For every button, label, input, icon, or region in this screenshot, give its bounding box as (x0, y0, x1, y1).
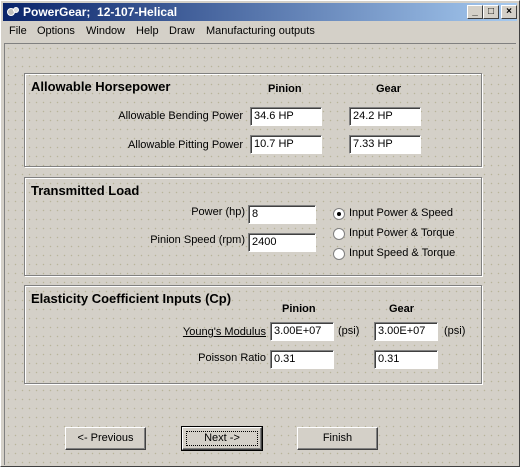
radio-input-power-speed[interactable] (333, 208, 345, 220)
gear-bending-power-field[interactable]: 24.2 HP (349, 107, 421, 126)
poisson-ratio-label: Poisson Ratio (198, 352, 266, 364)
column-header-pinion: Pinion (268, 83, 302, 95)
transmitted-load-group: Transmitted Load Power (hp) 8 Pinion Spe… (24, 177, 482, 276)
finish-button[interactable]: Finish (297, 427, 378, 450)
group-title: Allowable Horsepower (31, 79, 171, 94)
title-bar: PowerGear; 12-107-Helical _ □ × (3, 3, 517, 21)
pinion-youngs-modulus-input[interactable]: 3.00E+07 (270, 322, 334, 341)
form-area: Allowable Horsepower Pinion Gear Allowab… (4, 43, 516, 465)
next-button-label: Next -> (204, 432, 240, 444)
menu-bar: File Options Window Help Draw Manufactur… (3, 22, 517, 41)
menu-draw[interactable]: Draw (169, 25, 195, 37)
allowable-horsepower-group: Allowable Horsepower Pinion Gear Allowab… (24, 73, 482, 167)
menu-manufacturing-outputs[interactable]: Manufacturing outputs (206, 25, 315, 37)
close-button[interactable]: × (501, 5, 517, 19)
previous-button[interactable]: <- Previous (65, 427, 146, 450)
pinion-bending-power-field[interactable]: 34.6 HP (250, 107, 322, 126)
group-title: Elasticity Coefficient Inputs (Cp) (31, 291, 232, 306)
finish-button-label: Finish (322, 432, 353, 444)
gear-youngs-modulus-input[interactable]: 3.00E+07 (374, 322, 438, 341)
pinion-speed-input[interactable]: 2400 (248, 233, 316, 252)
menu-file[interactable]: File (9, 25, 27, 37)
option-speed-torque-label[interactable]: Input Speed & Torque (349, 247, 455, 259)
pinion-psi-unit: (psi) (338, 325, 360, 337)
radio-input-power-torque[interactable] (333, 228, 345, 240)
radio-input-speed-torque[interactable] (333, 248, 345, 260)
elasticity-coefficient-group: Elasticity Coefficient Inputs (Cp) Pinio… (24, 285, 482, 384)
menu-options[interactable]: Options (37, 25, 75, 37)
close-icon: × (506, 6, 512, 17)
maximize-icon: □ (487, 6, 495, 17)
gear-poisson-ratio-input[interactable]: 0.31 (374, 350, 438, 369)
pinion-poisson-ratio-input[interactable]: 0.31 (270, 350, 334, 369)
option-power-torque-label[interactable]: Input Power & Torque (349, 227, 455, 239)
pinion-pitting-power-field[interactable]: 10.7 HP (250, 135, 322, 154)
window-title: PowerGear; 12-107-Helical (23, 5, 178, 19)
power-input[interactable]: 8 (248, 205, 316, 224)
gear-pitting-power-field[interactable]: 7.33 HP (349, 135, 421, 154)
minimize-icon: _ (472, 6, 478, 17)
radio-selected-dot (337, 212, 341, 216)
maximize-button[interactable]: □ (483, 5, 499, 19)
column-header-pinion: Pinion (282, 303, 316, 315)
app-window: PowerGear; 12-107-Helical _ □ × File Opt… (0, 0, 520, 467)
youngs-modulus-label: Young's Modulus (182, 326, 266, 338)
column-header-gear: Gear (376, 83, 402, 95)
gear-psi-unit: (psi) (444, 325, 466, 337)
option-power-speed-label[interactable]: Input Power & Speed (349, 207, 453, 219)
menu-window[interactable]: Window (86, 25, 125, 37)
minimize-button[interactable]: _ (467, 5, 483, 19)
pitting-power-label: Allowable Pitting Power (128, 139, 243, 151)
group-title: Transmitted Load (31, 183, 140, 198)
power-label: Power (hp) (191, 206, 245, 218)
next-button[interactable]: Next -> (181, 426, 263, 451)
column-header-gear: Gear (389, 303, 415, 315)
bending-power-label: Allowable Bending Power (118, 110, 243, 122)
pinion-speed-label: Pinion Speed (rpm) (150, 234, 245, 246)
app-gear-icon[interactable] (6, 5, 20, 19)
menu-help[interactable]: Help (136, 25, 159, 37)
previous-button-label: <- Previous (77, 432, 134, 444)
